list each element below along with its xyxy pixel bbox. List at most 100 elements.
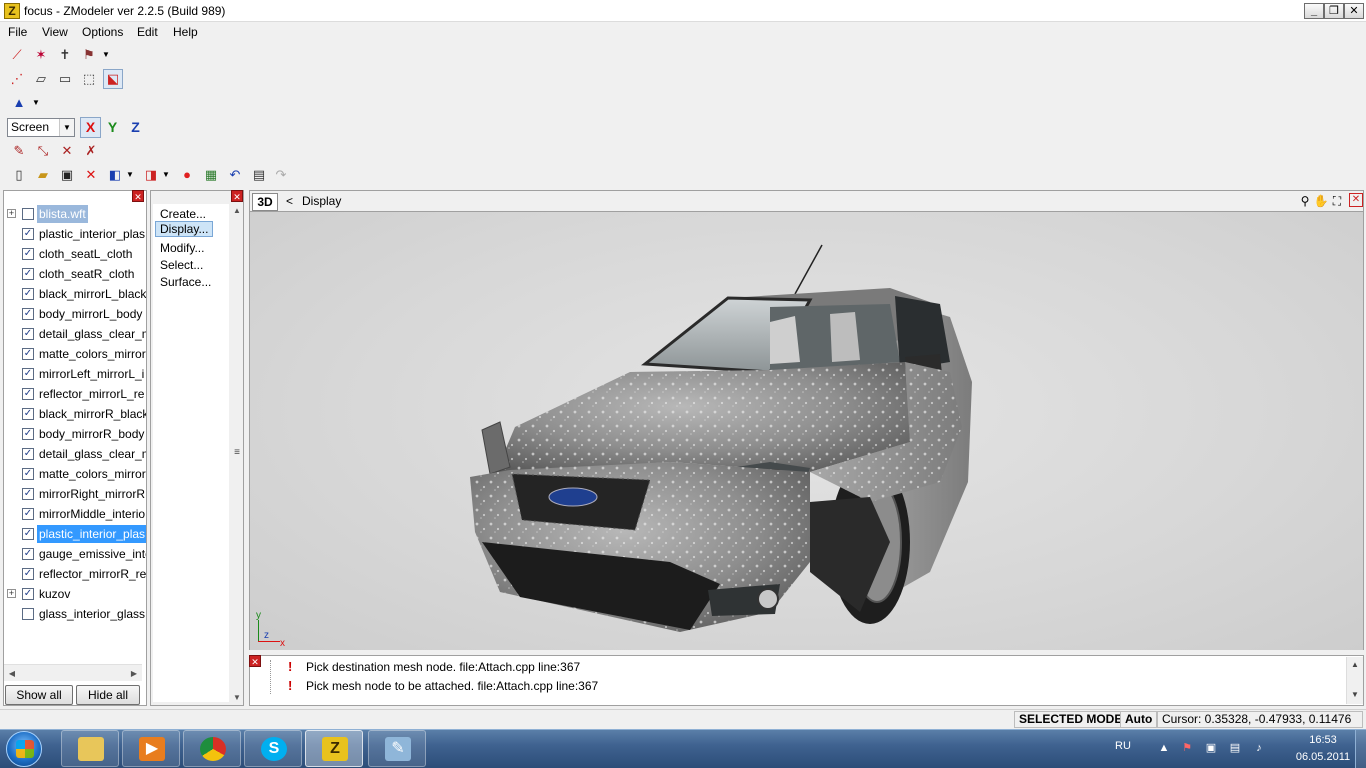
menu-edit[interactable]: Edit <box>137 25 158 39</box>
export-dropdown-icon[interactable]: ▼ <box>161 165 171 185</box>
tree-item[interactable]: + ✓ kuzov <box>4 584 146 604</box>
tree-visibility-checkbox[interactable]: ✓ <box>22 388 34 400</box>
scroll-down-icon[interactable]: ▼ <box>231 692 243 704</box>
tree-item[interactable]: ✓ reflector_mirrorR_re <box>4 564 146 584</box>
taskbar-paint[interactable]: ✎ <box>368 730 426 767</box>
open-file-icon[interactable]: ▰ <box>33 165 53 185</box>
splitter-grip-icon[interactable]: ≡ <box>231 448 243 458</box>
taskbar-skype[interactable]: S <box>244 730 302 767</box>
export-icon[interactable]: ◨ <box>141 165 161 185</box>
select-dropdown-icon[interactable]: ▼ <box>101 45 111 65</box>
close-icon[interactable]: ✕ <box>1349 193 1363 207</box>
import-icon[interactable]: ◧ <box>105 165 125 185</box>
coordinate-space-select[interactable]: Screen ▼ <box>7 118 75 137</box>
command-display[interactable]: Display... <box>155 221 214 237</box>
log-vertical-scrollbar[interactable]: ▲ ▼ <box>1346 657 1363 704</box>
pan-hand-icon[interactable]: ✋ <box>1313 193 1329 209</box>
axis-y-toggle[interactable]: Y <box>102 117 123 138</box>
scale-tool-icon[interactable]: ✕ <box>57 141 77 161</box>
tray-network-icon[interactable]: ▤ <box>1228 741 1242 755</box>
object-mode-icon[interactable]: ⬚ <box>79 69 99 89</box>
cone-icon[interactable]: ▲ <box>9 93 29 113</box>
tree-item[interactable]: ✓ body_mirrorL_body <box>4 304 146 324</box>
tree-item[interactable]: ✓ detail_glass_clear_m <box>4 444 146 464</box>
properties-icon[interactable]: ▤ <box>249 165 269 185</box>
scroll-right-icon[interactable]: ▶ <box>127 667 141 680</box>
zoom-icon[interactable]: ⚲ <box>1297 193 1313 209</box>
taskbar-explorer[interactable] <box>61 730 119 767</box>
tree-item[interactable]: ✓ reflector_mirrorL_re <box>4 384 146 404</box>
tree-visibility-checkbox[interactable]: ✓ <box>22 348 34 360</box>
tree-item[interactable]: ✓ gauge_emissive_inte <box>4 544 146 564</box>
mirror-tool-icon[interactable]: ✗ <box>81 141 101 161</box>
3d-viewport[interactable]: y z x <box>249 212 1364 650</box>
select-edge-icon[interactable]: ✶ <box>31 45 51 65</box>
close-icon[interactable]: ✕ <box>249 655 261 667</box>
taskbar-media-player[interactable]: ▶ <box>122 730 180 767</box>
vertex-mode-icon[interactable]: ⋰ <box>7 69 27 89</box>
tree-visibility-checkbox[interactable]: ✓ <box>22 248 34 260</box>
edge-mode-icon[interactable]: ▱ <box>31 69 51 89</box>
tray-expand-icon[interactable]: ▲ <box>1157 741 1171 755</box>
tree-item[interactable]: glass_interior_glass <box>4 604 146 624</box>
close-button[interactable]: ✕ <box>1344 3 1364 19</box>
command-create[interactable]: Create... <box>160 207 206 221</box>
show-all-button[interactable]: Show all <box>5 685 73 705</box>
select-object-icon[interactable]: ⚑ <box>79 45 99 65</box>
tray-device-icon[interactable]: ▣ <box>1204 741 1218 755</box>
tree-visibility-checkbox[interactable]: ✓ <box>22 488 34 500</box>
tree-visibility-checkbox[interactable]: ✓ <box>22 528 34 540</box>
tree-visibility-checkbox[interactable]: ✓ <box>22 328 34 340</box>
taskbar-chrome[interactable] <box>183 730 241 767</box>
menu-file[interactable]: File <box>8 25 27 39</box>
show-desktop-button[interactable] <box>1355 730 1366 768</box>
tree-item[interactable]: ✓ cloth_seatL_cloth <box>4 244 146 264</box>
tree-visibility-checkbox[interactable]: ✓ <box>22 268 34 280</box>
maximize-button[interactable]: ❐ <box>1324 3 1344 19</box>
tree-visibility-checkbox[interactable]: ✓ <box>22 508 34 520</box>
tree-visibility-checkbox[interactable] <box>22 608 34 620</box>
import-dropdown-icon[interactable]: ▼ <box>125 165 135 185</box>
hide-all-button[interactable]: Hide all <box>76 685 140 705</box>
mesh-mode-icon[interactable]: ⬕ <box>103 69 123 89</box>
tree-visibility-checkbox[interactable]: ✓ <box>22 448 34 460</box>
select-figure-icon[interactable]: ✝ <box>55 45 75 65</box>
close-icon[interactable]: ✕ <box>132 190 144 202</box>
delete-icon[interactable]: ✕ <box>81 165 101 185</box>
render-icon[interactable]: ▦ <box>201 165 221 185</box>
tree-item[interactable]: ✓ black_mirrorL_black <box>4 284 146 304</box>
save-file-icon[interactable]: ▣ <box>57 165 77 185</box>
face-mode-icon[interactable]: ▭ <box>55 69 75 89</box>
axis-x-toggle[interactable]: X <box>80 117 101 138</box>
tree-horizontal-scrollbar[interactable]: ◀ ▶ <box>4 664 142 681</box>
tree-visibility-checkbox[interactable]: ✓ <box>22 288 34 300</box>
tree-visibility-checkbox[interactable]: ✓ <box>22 548 34 560</box>
tree-visibility-checkbox[interactable] <box>22 208 34 220</box>
zoom-extents-icon[interactable]: ⛶ <box>1329 193 1345 209</box>
tree-item[interactable]: ✓ matte_colors_mirror <box>4 464 146 484</box>
tree-visibility-checkbox[interactable]: ✓ <box>22 368 34 380</box>
tree-item[interactable]: ✓ detail_glass_clear_m <box>4 324 146 344</box>
tree-item[interactable]: ✓ cloth_seatR_cloth <box>4 264 146 284</box>
tree-item[interactable]: + blista.wft <box>4 204 146 224</box>
tree-item[interactable]: ✓ plastic_interior_plas <box>4 224 146 244</box>
scroll-left-icon[interactable]: ◀ <box>5 667 19 680</box>
tree-visibility-checkbox[interactable]: ✓ <box>22 568 34 580</box>
tree-expand-icon[interactable]: + <box>7 589 16 598</box>
minimize-button[interactable]: _ <box>1304 3 1324 19</box>
shape-dropdown-icon[interactable]: ▼ <box>31 93 41 113</box>
tray-flag-icon[interactable]: ⚑ <box>1180 741 1194 755</box>
tree-item[interactable]: ✓ mirrorRight_mirrorR <box>4 484 146 504</box>
menu-view[interactable]: View <box>42 25 68 39</box>
view-mode-button[interactable]: 3D <box>252 193 278 211</box>
record-icon[interactable]: ● <box>177 165 197 185</box>
scroll-up-icon[interactable]: ▲ <box>231 205 243 217</box>
start-button[interactable] <box>6 731 42 767</box>
tree-item[interactable]: ✓ black_mirrorR_black <box>4 404 146 424</box>
tray-volume-icon[interactable]: ♪ <box>1252 741 1266 755</box>
command-surface[interactable]: Surface... <box>160 275 211 289</box>
tree-visibility-checkbox[interactable]: ✓ <box>22 228 34 240</box>
clock-time[interactable]: 16:53 <box>1295 734 1351 746</box>
tree-item[interactable]: ✓ mirrorLeft_mirrorL_i <box>4 364 146 384</box>
tree-item[interactable]: ✓ matte_colors_mirror <box>4 344 146 364</box>
